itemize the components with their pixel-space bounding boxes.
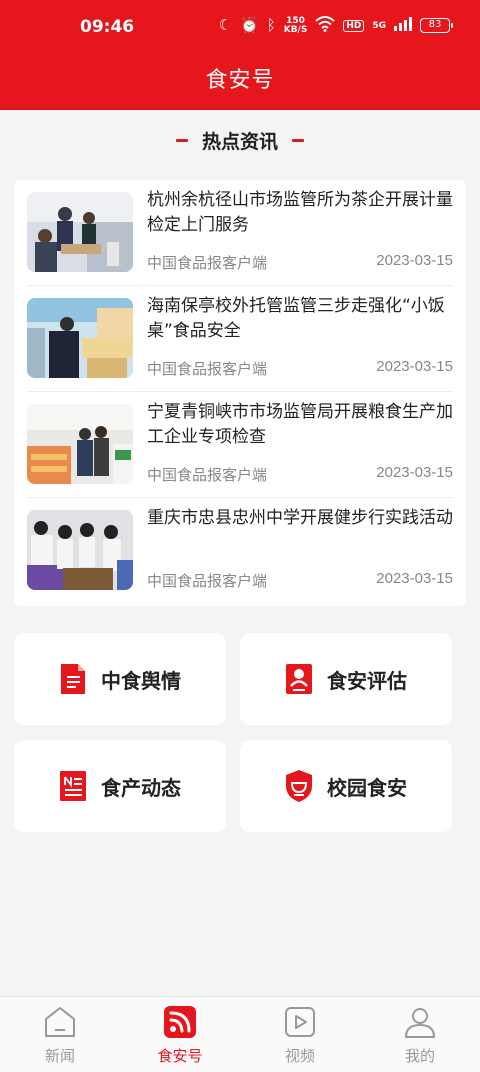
news-item[interactable]: 重庆市忠县忠州中学开展健步行实践活动 中国食品报客户端 2023-03-15: [14, 498, 466, 604]
news-thumbnail: [27, 510, 133, 590]
network-speed: 150 KB/S: [283, 16, 308, 35]
moon-icon: ☾: [218, 16, 233, 34]
status-time: 09:46: [80, 17, 135, 37]
alarm-icon: ⏰: [240, 16, 259, 34]
news-date: 2023-03-15: [376, 464, 453, 481]
news-item[interactable]: 宁夏青铜峡市市场监管局开展粮食生产加工企业专项检查 中国食品报客户端 2023-…: [14, 392, 466, 498]
news-title: 海南保亭校外托管监管三步走强化“小饭桌”食品安全: [147, 296, 445, 341]
news-source: 中国食品报客户端: [147, 572, 268, 590]
news-date: 2023-03-15: [376, 570, 453, 587]
hot-news-heading: 热点资讯: [0, 125, 480, 155]
tile-safety-assessment[interactable]: 食安评估: [240, 633, 452, 725]
tile-label: 食安评估: [327, 668, 407, 693]
news-thumbnail: [27, 192, 133, 272]
top-bar: 09:46 ☾ ⏰ ᛒ 150 KB/S HD 5G 83 食安号: [0, 0, 480, 110]
play-icon: [285, 1007, 315, 1037]
nav-label: 新闻: [44, 1047, 75, 1065]
signal-label: 5G: [372, 20, 386, 31]
battery-indicator: 83: [420, 18, 453, 33]
page-title: 食安号: [205, 68, 275, 93]
news-thumbnail: [27, 404, 133, 484]
shield-bowl-icon: [286, 770, 312, 802]
user-icon: [405, 1008, 435, 1038]
news-date: 2023-03-15: [376, 358, 453, 375]
bluetooth-icon: ᛒ: [266, 16, 276, 34]
rss-icon: [164, 1006, 196, 1038]
news-thumbnail: [27, 298, 133, 378]
tile-campus-food-safety[interactable]: 校园食安: [240, 740, 452, 832]
nav-item-shianhao[interactable]: 食安号: [120, 1005, 240, 1069]
news-list: 杭州余杭径山市场监管所为茶企开展计量检定上门服务 中国食品报客户端 2023-0…: [14, 180, 466, 606]
heading-dash-right: [292, 138, 304, 142]
nav-label: 食安号: [157, 1047, 203, 1065]
tile-public-opinion[interactable]: 中食舆情: [14, 633, 226, 725]
bottom-nav: 新闻 食安号 视频 我的: [0, 996, 480, 1072]
status-bar: 09:46 ☾ ⏰ ᛒ 150 KB/S HD 5G 83: [0, 0, 480, 54]
home-icon: [45, 1007, 75, 1037]
document-icon: [61, 664, 85, 694]
tile-label: 食产动态: [101, 775, 181, 800]
nav-item-video[interactable]: 视频: [240, 1005, 360, 1069]
news-title: 杭州余杭径山市场监管所为茶企开展计量检定上门服务: [147, 190, 453, 235]
news-source: 中国食品报客户端: [147, 254, 268, 272]
news-title: 重庆市忠县忠州中学开展健步行实践活动: [147, 508, 453, 528]
nav-label: 我的: [404, 1047, 435, 1065]
hd-badge: HD: [343, 19, 365, 32]
tile-production-news[interactable]: 食产动态: [14, 740, 226, 832]
tile-label: 校园食安: [327, 775, 407, 800]
network-speed-unit: KB/S: [283, 24, 308, 35]
tile-label: 中食舆情: [101, 668, 181, 693]
news-date: 2023-03-15: [376, 252, 453, 269]
news-item[interactable]: 海南保亭校外托管监管三步走强化“小饭桌”食品安全 中国食品报客户端 2023-0…: [14, 286, 466, 392]
wifi-icon: [315, 16, 335, 35]
nav-item-mine[interactable]: 我的: [360, 1005, 480, 1069]
nav-item-news[interactable]: 新闻: [0, 1005, 120, 1069]
news-source: 中国食品报客户端: [147, 466, 268, 484]
id-card-icon: [286, 664, 312, 694]
news-icon: [60, 771, 86, 801]
news-source: 中国食品报客户端: [147, 360, 268, 378]
hot-news-heading-text: 热点资讯: [201, 130, 278, 153]
status-icons: ☾ ⏰ ᛒ 150 KB/S HD 5G 83: [218, 16, 453, 35]
heading-dash-left: [175, 138, 188, 142]
nav-label: 视频: [284, 1047, 315, 1065]
signal-bars-icon: [394, 17, 412, 34]
news-title: 宁夏青铜峡市市场监管局开展粮食生产加工企业专项检查: [147, 402, 453, 447]
news-item[interactable]: 杭州余杭径山市场监管所为茶企开展计量检定上门服务 中国食品报客户端 2023-0…: [14, 180, 466, 286]
